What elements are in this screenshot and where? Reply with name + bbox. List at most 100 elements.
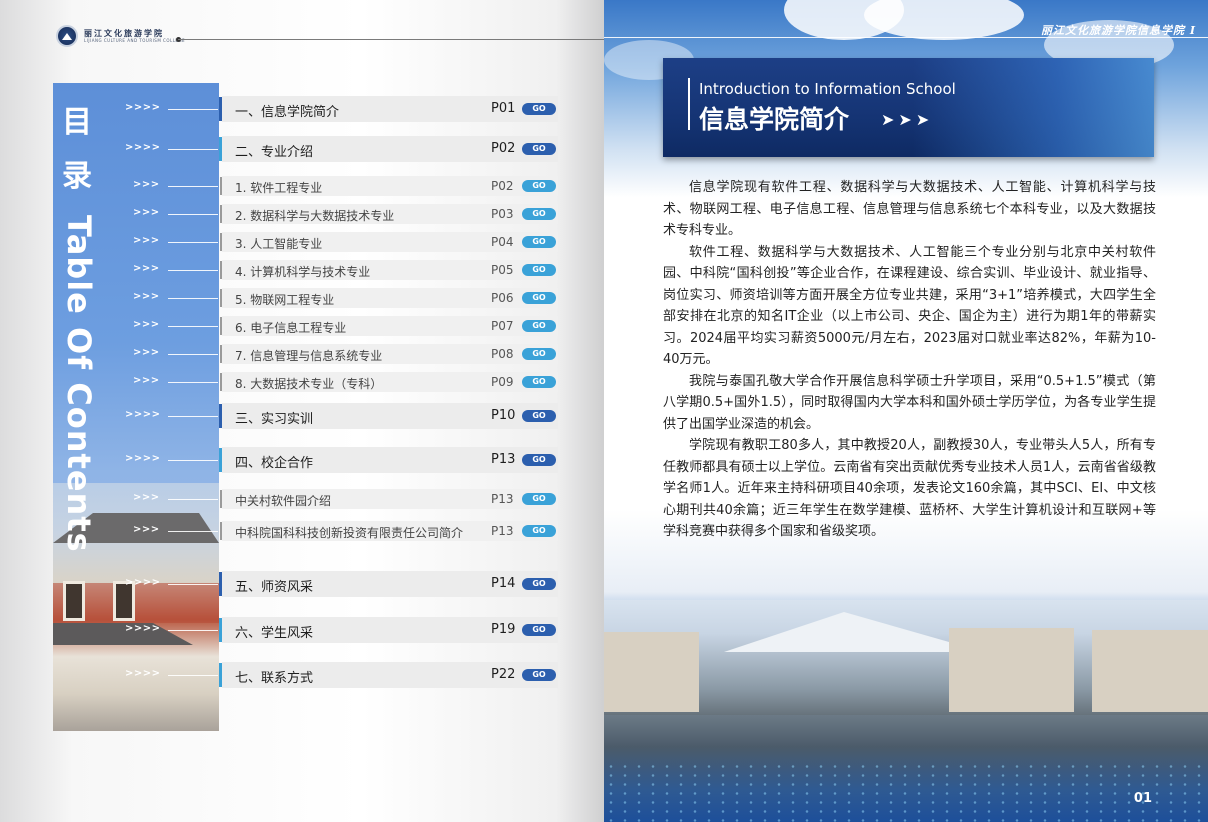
toc-row-connector: [168, 354, 218, 355]
toc-row-label: 六、学生风采: [235, 626, 314, 641]
go-button[interactable]: GO: [522, 376, 556, 388]
toc-row-label: 6. 电子信息工程专业: [235, 321, 347, 335]
go-button[interactable]: GO: [522, 103, 556, 115]
go-button[interactable]: GO: [522, 493, 556, 505]
right-page: 丽江文化旅游学院信息学院 I Introduction to Informati…: [604, 0, 1208, 822]
toc-row[interactable]: >>> 中关村软件园介绍 P13 GO: [0, 486, 604, 512]
toc-row-label: 4. 计算机科学与技术专业: [235, 265, 371, 279]
toc-row-connector: [168, 214, 218, 215]
toc-row-arrows: >>>: [133, 347, 160, 358]
toc-row-connector: [168, 186, 218, 187]
intro-paragraph-2: 软件工程、数据科学与大数据技术、人工智能三个专业分别与北京中关村软件园、中科院“…: [663, 244, 1156, 368]
title-accent-bar: [688, 78, 690, 130]
toc-row-page: P05: [491, 263, 514, 277]
toc-row[interactable]: >>> 中科院国科科技创新投资有限责任公司简介 P13 GO: [0, 518, 604, 544]
toc-row[interactable]: >>> 2. 数据科学与大数据技术专业 P03 GO: [0, 201, 604, 227]
toc-row-connector: [168, 149, 218, 150]
toc-row-page: P04: [491, 235, 514, 249]
toc-row[interactable]: >>> 4. 计算机科学与技术专业 P05 GO: [0, 257, 604, 283]
toc-row[interactable]: >>> 7. 信息管理与信息系统专业 P08 GO: [0, 341, 604, 367]
go-button[interactable]: GO: [522, 143, 556, 155]
toc-row-label: 中科院国科科技创新投资有限责任公司简介: [235, 526, 464, 540]
go-button[interactable]: GO: [522, 624, 556, 636]
toc-row-connector: [168, 460, 218, 461]
toc-row-page: P13: [491, 492, 514, 506]
intro-body: 信息学院现有软件工程、数据科学与大数据技术、人工智能、计算机科学与技术、物联网工…: [663, 177, 1156, 543]
toc-row-arrows: >>>: [133, 524, 160, 535]
go-button[interactable]: GO: [522, 236, 556, 248]
toc-row[interactable]: >>> 1. 软件工程专业 P02 GO: [0, 173, 604, 199]
toc-row-arrows: >>>: [133, 207, 160, 218]
toc-row-connector: [168, 109, 218, 110]
go-button[interactable]: GO: [522, 525, 556, 537]
campus-lake-photo: [604, 600, 1208, 822]
go-button[interactable]: GO: [522, 292, 556, 304]
toc-row[interactable]: >>>> 三、实习实训 P10 GO: [0, 403, 604, 429]
toc-row-label: 2. 数据科学与大数据技术专业: [235, 209, 395, 223]
toc-row[interactable]: >>>> 七、联系方式 P22 GO: [0, 662, 604, 688]
intro-paragraph-3: 我院与泰国孔敬大学合作开展信息科学硕士升学项目，采用“0.5+1.5”模式（第八…: [663, 373, 1156, 432]
toc-row-arrows: >>>>: [125, 623, 161, 634]
toc-row-connector: [168, 382, 218, 383]
toc-row[interactable]: >>> 8. 大数据技术专业（专科） P09 GO: [0, 369, 604, 395]
toc-row-page: P09: [491, 375, 514, 389]
header-rule-right: [604, 37, 1208, 38]
chevron-right-icon: ➤➤➤: [881, 110, 934, 129]
toc-row[interactable]: >>>> 五、师资风采 P14 GO: [0, 571, 604, 597]
go-button[interactable]: GO: [522, 208, 556, 220]
toc-row-arrows: >>>>: [125, 577, 161, 588]
toc-row[interactable]: >>>> 四、校企合作 P13 GO: [0, 447, 604, 473]
go-button[interactable]: GO: [522, 669, 556, 681]
toc-row-label: 中关村软件园介绍: [235, 494, 332, 508]
toc-row-arrows: >>>: [133, 492, 160, 503]
toc-row[interactable]: >>> 3. 人工智能专业 P04 GO: [0, 229, 604, 255]
go-button[interactable]: GO: [522, 264, 556, 276]
toc-row-connector: [168, 270, 218, 271]
toc-row-arrows: >>>: [133, 179, 160, 190]
toc-row-arrows: >>>>: [125, 668, 161, 679]
toc-row-page: P02: [491, 179, 514, 193]
intro-paragraph-4: 学院现有教职工80多人，其中教授20人，副教授30人，专业带头人5人，所有专任教…: [663, 438, 1156, 539]
toc-row[interactable]: >>>> 一、信息学院简介 P01 GO: [0, 96, 604, 122]
toc-row[interactable]: >>>> 二、专业介绍 P02 GO: [0, 136, 604, 162]
toc-row-page: P14: [491, 576, 516, 591]
logo-name-en: LIJIANG CULTURE AND TOURISM COLLEGE: [84, 38, 186, 43]
toc-row-arrows: >>>>: [125, 453, 161, 464]
toc-row-arrows: >>>: [133, 263, 160, 274]
toc-row-page: P06: [491, 291, 514, 305]
toc-row-arrows: >>>: [133, 319, 160, 330]
go-button[interactable]: GO: [522, 578, 556, 590]
toc-row-label: 一、信息学院简介: [235, 105, 340, 120]
toc-row-label: 1. 软件工程专业: [235, 181, 323, 195]
toc-row-label: 四、校企合作: [235, 456, 314, 471]
section-title-en: Introduction to Information School: [699, 80, 956, 98]
toc-row-page: P07: [491, 319, 514, 333]
go-button[interactable]: GO: [522, 410, 556, 422]
toc-row-page: P13: [491, 452, 516, 467]
go-button[interactable]: GO: [522, 180, 556, 192]
college-logo: 丽江文化旅游学院 LIJIANG CULTURE AND TOURISM COL…: [56, 25, 185, 47]
left-page: 丽江文化旅游学院 LIJIANG CULTURE AND TOURISM COL…: [0, 0, 604, 822]
toc-row-arrows: >>>: [133, 291, 160, 302]
go-button[interactable]: GO: [522, 348, 556, 360]
section-title-banner: Introduction to Information School 信息学院简…: [663, 58, 1154, 157]
toc-row-label: 5. 物联网工程专业: [235, 293, 335, 307]
toc-row-page: P19: [491, 622, 516, 637]
toc-row-arrows: >>>>: [125, 102, 161, 113]
toc-row[interactable]: >>> 5. 物联网工程专业 P06 GO: [0, 285, 604, 311]
toc-row[interactable]: >>>> 六、学生风采 P19 GO: [0, 617, 604, 643]
go-button[interactable]: GO: [522, 454, 556, 466]
toc-row-connector: [168, 416, 218, 417]
toc-row-page: P13: [491, 524, 514, 538]
toc-row-page: P22: [491, 667, 516, 682]
toc-row-page: P03: [491, 207, 514, 221]
header-slogan: 丽江文化旅游学院信息学院 I: [1041, 24, 1196, 37]
go-button[interactable]: GO: [522, 320, 556, 332]
toc-row-label: 七、联系方式: [235, 671, 314, 686]
toc-row-connector: [168, 531, 218, 532]
toc-row-arrows: >>>>: [125, 409, 161, 420]
page-number: 01: [1133, 791, 1152, 806]
toc-row-label: 3. 人工智能专业: [235, 237, 323, 251]
toc-row-page: P08: [491, 347, 514, 361]
toc-row[interactable]: >>> 6. 电子信息工程专业 P07 GO: [0, 313, 604, 339]
